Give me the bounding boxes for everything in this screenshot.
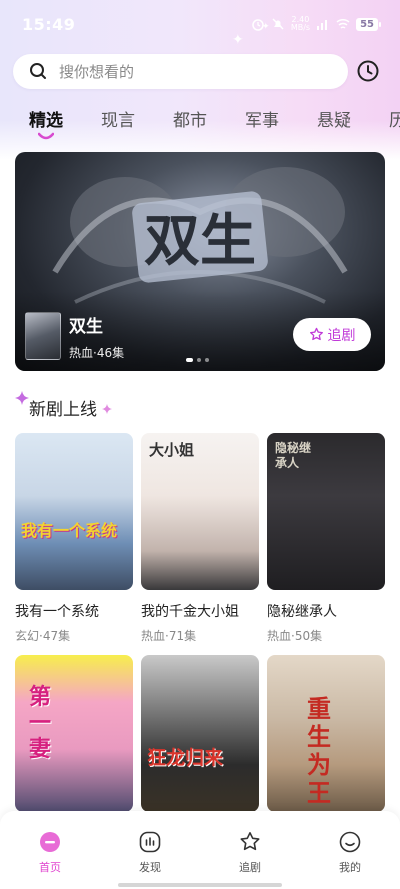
signal-icon [317, 20, 328, 30]
search-row: 搜你想看的 [13, 53, 388, 89]
tab-label: 精选 [29, 111, 63, 131]
poster-text: 重生为王 [307, 695, 331, 807]
pagination-dot [205, 358, 209, 362]
tab-label: 现言 [101, 111, 135, 131]
banner-pagination [186, 358, 209, 362]
tab-suspense[interactable]: 悬疑 [317, 106, 389, 146]
nav-profile[interactable]: 我的 [300, 811, 400, 889]
star-icon [240, 832, 260, 851]
tab-label: 都市 [173, 111, 207, 131]
nav-discover[interactable]: 发现 [100, 811, 200, 889]
nav-label: 首页 [39, 861, 61, 874]
banner-subtitle: 热血·46集 [69, 346, 125, 360]
nav-label: 发现 [139, 861, 161, 874]
drama-title: 我有一个系统 [15, 604, 99, 620]
poster-text: 第一妻 [29, 685, 52, 762]
sparkle-decoration: ✦ [340, 62, 349, 73]
drama-card[interactable]: 狂龙归来 [141, 655, 259, 812]
nav-label: 追剧 [239, 861, 261, 874]
drama-poster: 重生为王 [267, 655, 385, 812]
banner-title: 双生 [69, 317, 103, 337]
tab-romance[interactable]: 现言 [101, 106, 173, 146]
poster-text: 我有一个系统 [21, 521, 118, 540]
nav-label: 我的 [339, 861, 361, 874]
network-speed: 2.40 MB/s [291, 16, 310, 32]
featured-banner[interactable]: 双生 双生 热血·46集 追剧 [15, 152, 385, 371]
drama-poster: 大小姐 [141, 433, 259, 590]
drama-card[interactable]: 大小姐 我的千金大小姐 热血·71集 [141, 433, 259, 644]
drama-poster: 隐秘继承人 [267, 433, 385, 590]
status-bar: 15:49 2.40 MB/s 55 [0, 0, 400, 48]
pagination-dot [186, 358, 193, 362]
battery-indicator: 55 [356, 17, 381, 31]
sparkle-decoration: ✦ [262, 22, 270, 32]
banner-poster-text: 双生 [144, 209, 256, 274]
nav-home[interactable]: 首页 [0, 811, 100, 889]
drama-card[interactable]: 我有一个系统 我有一个系统 玄幻·47集 [15, 433, 133, 644]
sparkle-decoration: ✦ [232, 32, 244, 48]
drama-card[interactable]: 隐秘继承人 隐秘继承人 热血·50集 [267, 433, 385, 644]
drama-title: 我的千金大小姐 [141, 604, 239, 620]
tab-urban[interactable]: 都市 [173, 106, 245, 146]
drama-meta: 热血·50集 [267, 629, 323, 643]
history-button[interactable] [354, 57, 382, 85]
drama-card[interactable]: 重生为王 [267, 655, 385, 812]
follow-button-label: 追剧 [327, 327, 356, 344]
mute-icon [272, 18, 284, 30]
pagination-dot [197, 358, 201, 362]
drama-meta: 热血·71集 [141, 629, 197, 643]
home-icon [40, 832, 60, 852]
drama-meta: 玄幻·47集 [15, 629, 71, 643]
bottom-navigation: 首页 发现 追剧 我的 [0, 811, 400, 889]
follow-drama-button[interactable]: 追剧 [293, 318, 371, 351]
poster-text: 狂龙归来 [147, 747, 224, 769]
tab-label: 历 [389, 111, 400, 131]
network-speed-unit: MB/s [290, 23, 311, 32]
drama-card[interactable]: 第一妻 [15, 655, 133, 812]
tab-label: 军事 [245, 111, 279, 131]
home-indicator[interactable] [118, 883, 282, 887]
wifi-icon [336, 18, 350, 29]
profile-icon [339, 831, 361, 853]
tab-history[interactable]: 历 [389, 106, 400, 146]
nav-follow[interactable]: 追剧 [200, 811, 300, 889]
poster-text: 大小姐 [149, 441, 195, 459]
poster-text: 隐秘继承人 [275, 441, 312, 470]
status-time: 15:49 [22, 14, 76, 34]
drama-poster: 我有一个系统 [15, 433, 133, 590]
banner-thumbnail [25, 312, 61, 360]
category-tabs: 精选 现言 都市 军事 悬疑 历 [0, 106, 400, 146]
star-icon [309, 327, 323, 341]
drama-poster: 第一妻 [15, 655, 133, 812]
clock-icon [357, 60, 379, 82]
drama-poster: 狂龙归来 [141, 655, 259, 812]
tab-military[interactable]: 军事 [245, 106, 317, 146]
search-input[interactable]: 搜你想看的 [13, 53, 348, 89]
sparkle-icon [15, 391, 29, 405]
sparkle-icon [102, 404, 112, 414]
tab-featured[interactable]: 精选 [29, 106, 101, 146]
search-placeholder: 搜你想看的 [59, 62, 135, 81]
search-icon [30, 63, 46, 79]
discover-icon [139, 831, 161, 853]
section-title: 新剧上线 [29, 400, 97, 420]
tab-label: 悬疑 [317, 111, 351, 131]
tab-active-indicator [38, 132, 54, 140]
drama-title: 隐秘继承人 [267, 604, 337, 620]
